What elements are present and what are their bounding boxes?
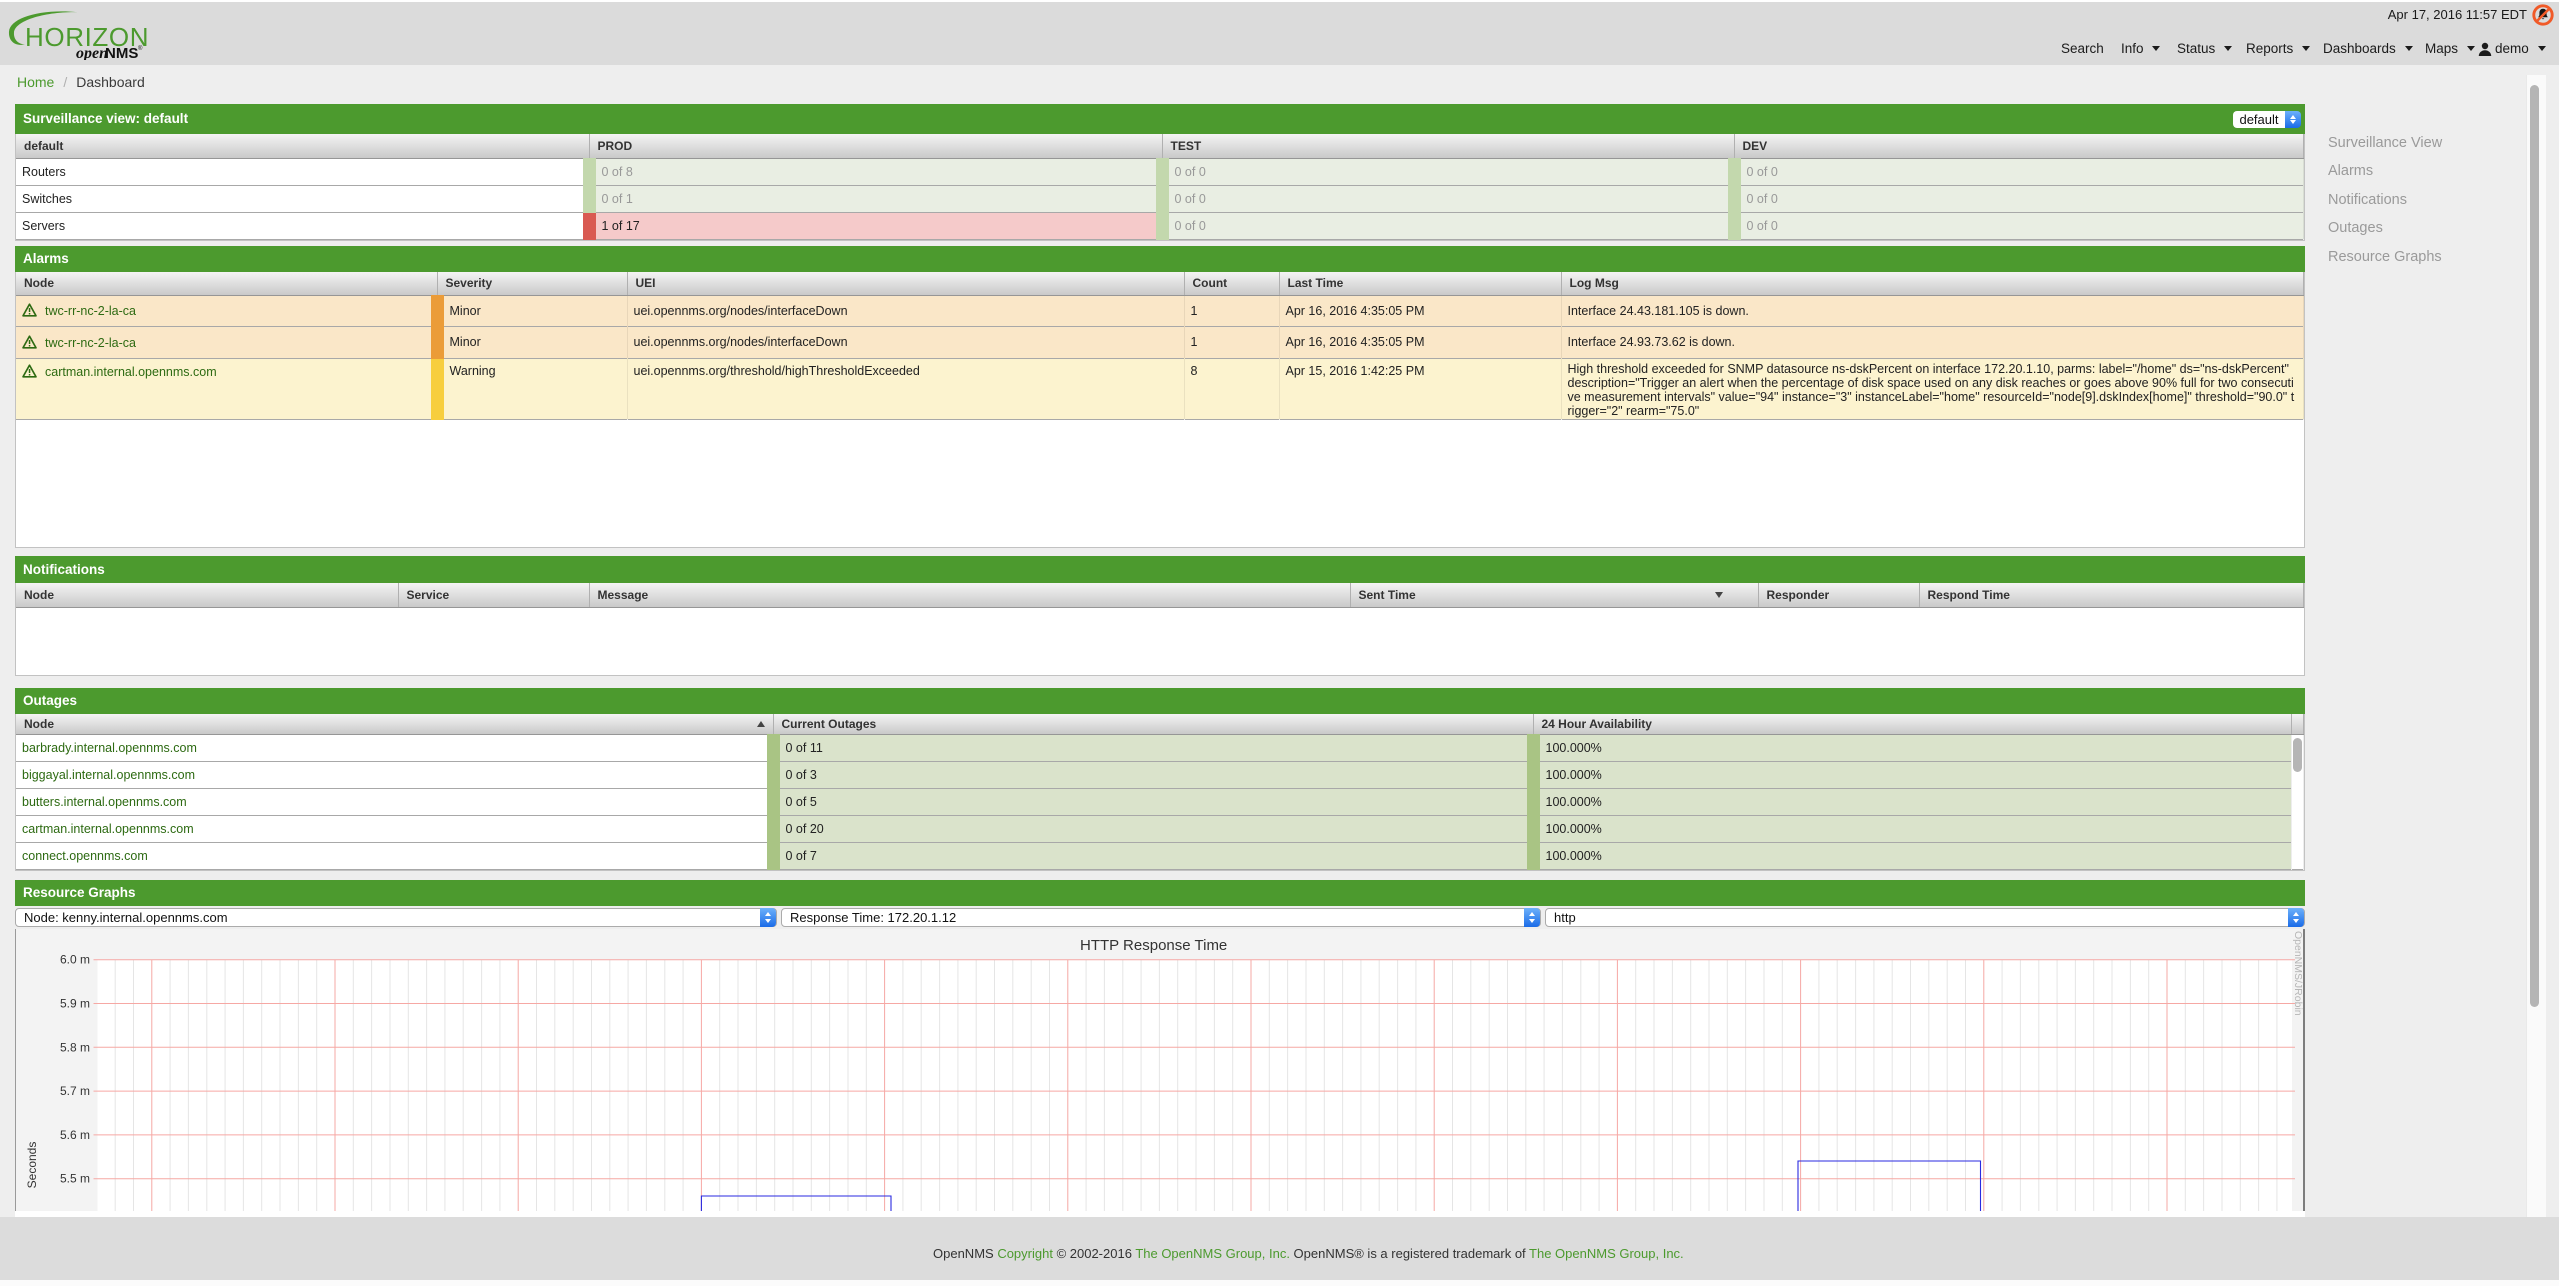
svg-text:open: open bbox=[76, 45, 108, 60]
svg-text:Seconds: Seconds bbox=[25, 1142, 39, 1189]
svg-text:®: ® bbox=[138, 45, 143, 52]
svg-text:5.9 m: 5.9 m bbox=[60, 997, 90, 1011]
svg-text:5.7 m: 5.7 m bbox=[60, 1084, 90, 1098]
svg-text:5.6 m: 5.6 m bbox=[60, 1128, 90, 1142]
svg-text:NMS: NMS bbox=[105, 45, 138, 60]
svg-text:5.8 m: 5.8 m bbox=[60, 1040, 90, 1054]
svg-text:5.5 m: 5.5 m bbox=[60, 1172, 90, 1186]
svg-text:6.0 m: 6.0 m bbox=[60, 953, 90, 967]
